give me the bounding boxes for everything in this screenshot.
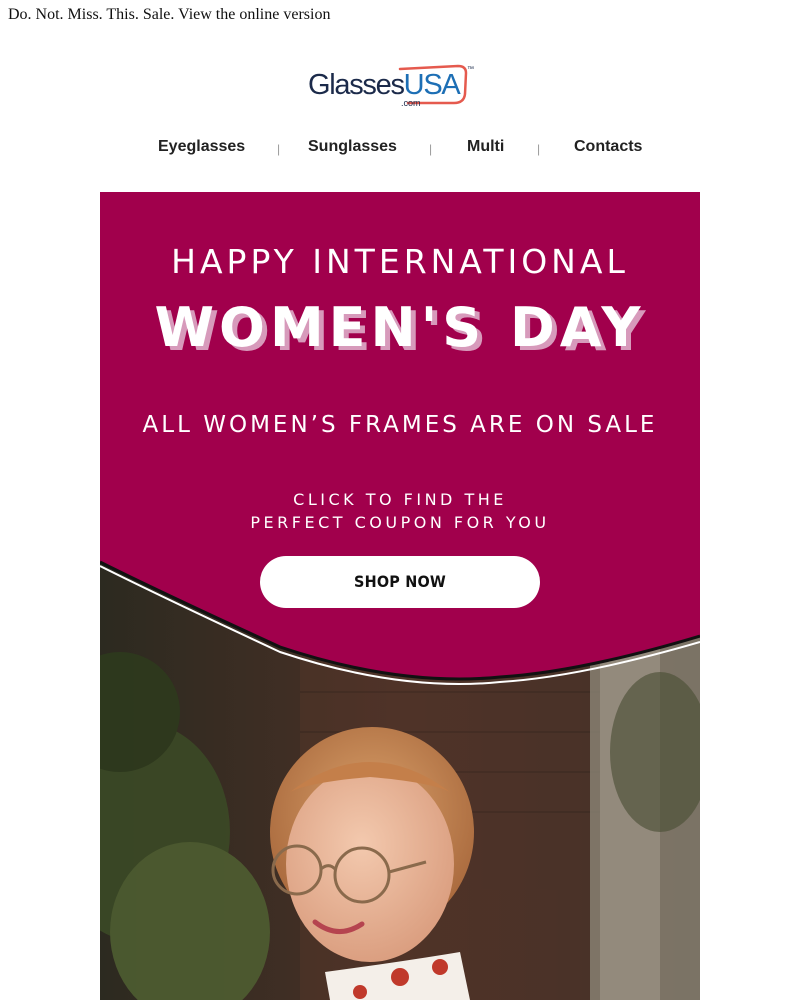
- nav-separator: |: [277, 142, 281, 156]
- nav-separator: |: [429, 142, 433, 156]
- svg-text:.com: .com: [401, 98, 421, 108]
- main-nav: Eyeglasses | Sunglasses | Multi | Contac…: [0, 138, 800, 158]
- hero-coupon-text: CLICK TO FIND THE PERFECT COUPON FOR YOU: [100, 488, 700, 534]
- preheader: Do. Not. Miss. This. Sale. View the onli…: [8, 6, 330, 24]
- hero-kicker: HAPPY INTERNATIONAL: [171, 242, 629, 281]
- nav-eyeglasses[interactable]: Eyeglasses: [158, 138, 245, 156]
- nav-sunglasses[interactable]: Sunglasses: [308, 138, 397, 156]
- nav-contacts[interactable]: Contacts: [574, 138, 642, 156]
- svg-text:GlassesUSA: GlassesUSA: [308, 69, 461, 101]
- hero-headline: WOMEN'S DAY: [154, 296, 646, 359]
- hero-sale-text: ALL WOMEN’S FRAMES ARE ON SALE: [142, 412, 658, 438]
- glassesusa-logo[interactable]: GlassesUSA .com ™: [308, 62, 480, 110]
- svg-text:™: ™: [467, 66, 474, 73]
- coupon-line-2: PERFECT COUPON FOR YOU: [250, 513, 550, 532]
- nav-separator: |: [537, 142, 541, 156]
- womens-day-hero-banner: HAPPY INTERNATIONAL WOMEN'S DAY ALL WOME…: [100, 192, 700, 1000]
- preheader-text: Do. Not. Miss. This. Sale.: [8, 6, 175, 23]
- coupon-line-1: CLICK TO FIND THE: [293, 490, 507, 509]
- online-version-link[interactable]: View the online version: [178, 6, 330, 23]
- shop-now-button[interactable]: SHOP NOW: [260, 556, 540, 608]
- nav-multi[interactable]: Multi: [467, 138, 504, 156]
